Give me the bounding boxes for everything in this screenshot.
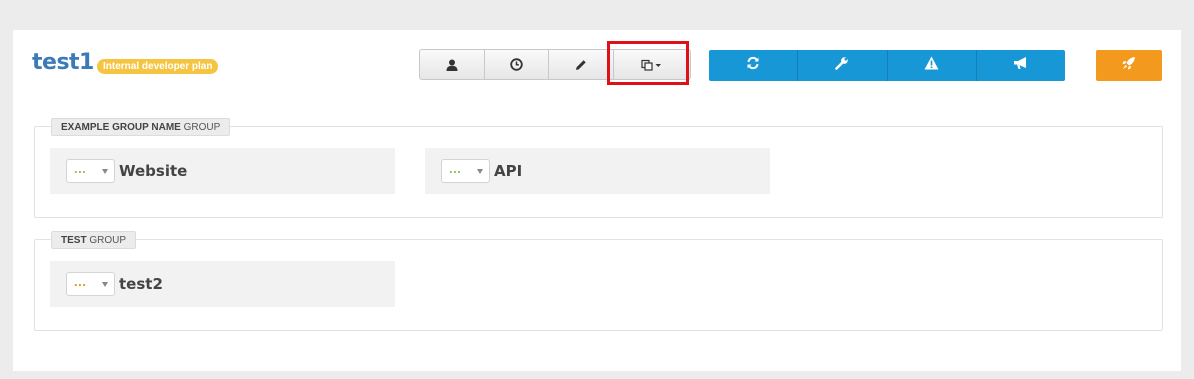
announce-button[interactable] [977, 50, 1065, 81]
group-suffix: GROUP [89, 235, 127, 246]
deploy-button[interactable] [1096, 50, 1162, 81]
group-name: TEST [61, 235, 87, 246]
blue-button-group [709, 50, 1065, 81]
user-icon [446, 59, 458, 71]
copy-dropdown-icon [641, 59, 663, 71]
copy-dropdown-button[interactable] [614, 50, 690, 79]
status-dots: ... [449, 161, 462, 176]
app-name[interactable]: Website [119, 162, 187, 180]
app-status-select[interactable]: ... [66, 272, 115, 296]
settings-button[interactable] [798, 50, 888, 81]
app-card-api[interactable]: ... API [425, 148, 770, 194]
group-legend: EXAMPLE GROUP NAME GROUP [51, 118, 231, 136]
edit-button[interactable] [549, 50, 614, 79]
chevron-down-icon [477, 168, 483, 174]
group-example: EXAMPLE GROUP NAME GROUP ... Website ...… [34, 118, 1163, 218]
group-test: TEST GROUP ... test2 [34, 231, 1163, 331]
chevron-down-icon [102, 168, 108, 174]
users-button[interactable] [420, 50, 485, 79]
app-name[interactable]: test2 [119, 275, 163, 293]
megaphone-icon [1013, 56, 1029, 75]
app-card-test2[interactable]: ... test2 [50, 261, 395, 307]
app-card-website[interactable]: ... Website [50, 148, 395, 194]
wrench-icon [835, 56, 849, 75]
alerts-button[interactable] [888, 50, 977, 81]
status-dots: ... [74, 274, 87, 289]
gray-button-group [419, 49, 691, 80]
pencil-icon [575, 59, 587, 71]
app-status-select[interactable]: ... [441, 159, 490, 183]
warning-icon [924, 56, 939, 75]
refresh-icon [746, 56, 760, 75]
group-legend: TEST GROUP [51, 231, 137, 249]
page-title: test1 [32, 50, 94, 75]
app-status-select[interactable]: ... [66, 159, 115, 183]
group-name: EXAMPLE GROUP NAME [61, 122, 181, 133]
group-suffix: GROUP [183, 122, 221, 133]
plan-badge: Internal developer plan [97, 59, 219, 74]
main-panel: test1 Internal developer plan EXAMPLE GR… [13, 30, 1181, 371]
chevron-down-icon [102, 281, 108, 287]
clock-icon [510, 58, 523, 71]
app-name[interactable]: API [494, 162, 522, 180]
refresh-button[interactable] [709, 50, 799, 81]
status-dots: ... [74, 161, 87, 176]
history-button[interactable] [485, 50, 550, 79]
rocket-icon [1122, 56, 1136, 75]
